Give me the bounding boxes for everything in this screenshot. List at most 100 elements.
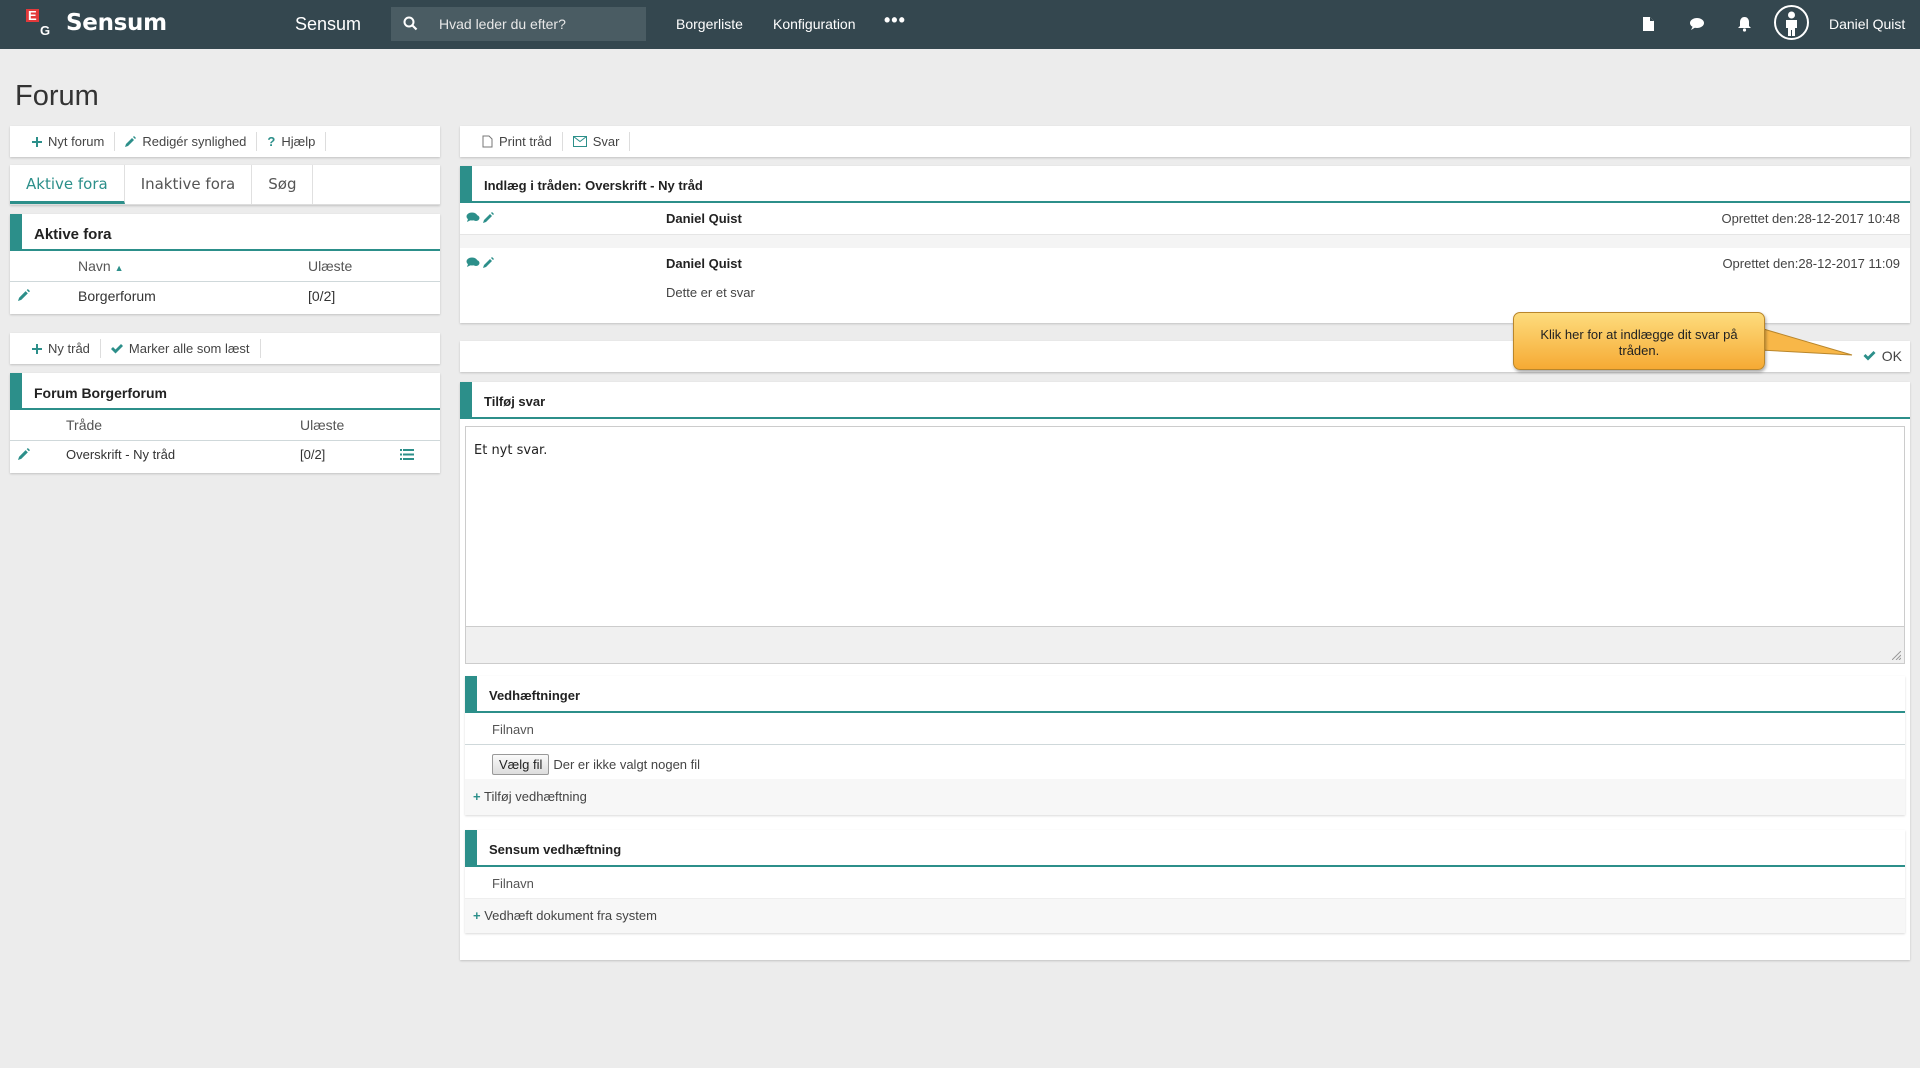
forum-threads-panel: Forum Borgerforum Tråde Ulæste Overskrif… (10, 373, 440, 473)
reply-button[interactable]: Svar (563, 132, 631, 151)
add-attachment-link[interactable]: + Tilføj vedhæftning (465, 779, 1905, 815)
new-forum-button[interactable]: Nyt forum (22, 132, 116, 151)
active-forums-heading: Aktive fora (10, 214, 440, 251)
new-thread-button[interactable]: Ny tråd (22, 339, 101, 358)
forum-threads-heading: Forum Borgerforum (10, 373, 440, 410)
sensum-attachment-section: Sensum vedhæftning Filnavn + Vedhæft dok… (465, 830, 1905, 933)
post-actions (466, 257, 494, 268)
document-icon[interactable] (1642, 16, 1655, 32)
active-forums-table: Navn ▲ Ulæste Borgerforum [0/2] (10, 251, 440, 310)
attach-system-document-link[interactable]: + Vedhæft dokument fra system (465, 899, 1905, 933)
add-reply-panel: Tilføj svar Et nyt svar. Vedhæftninger F… (460, 382, 1910, 960)
edit-visibility-label: Redigér synlighed (142, 134, 247, 149)
name-column-label: Navn (78, 257, 111, 274)
nav-borgerliste[interactable]: Borgerliste (676, 16, 743, 32)
pencil-icon[interactable] (483, 257, 494, 268)
comments-icon[interactable] (466, 212, 480, 223)
active-forums-panel: Aktive fora Navn ▲ Ulæste Borgerforum [0… (10, 214, 440, 314)
tab-active-forums[interactable]: Aktive fora (10, 165, 125, 204)
forum-tabs-panel: Aktive fora Inaktive fora Søg (10, 165, 440, 205)
question-icon: ? (267, 134, 276, 149)
column-header-unread[interactable]: Ulæste (308, 251, 440, 282)
resize-handle-icon[interactable] (1892, 651, 1901, 660)
table-row[interactable]: Overskrift - Ny tråd [0/2] (10, 440, 440, 469)
thread-actions-toolbar: Print tråd Svar (460, 126, 1910, 157)
column-header-unread[interactable]: Ulæste (300, 410, 400, 441)
column-header-name[interactable]: Navn ▲ (78, 251, 308, 282)
post-item: Daniel Quist Oprettet den:28-12-2017 10:… (460, 203, 1910, 235)
tab-inactive-forums[interactable]: Inaktive fora (125, 165, 253, 204)
filename-column-header: Filnavn (465, 867, 1905, 899)
post-item: Daniel Quist Oprettet den:28-12-2017 11:… (460, 248, 1910, 318)
forum-tabs: Aktive fora Inaktive fora Søg (10, 165, 440, 205)
pencil-icon[interactable] (18, 288, 30, 301)
sensum-attachment-heading: Sensum vedhæftning (465, 830, 1905, 867)
thread-title-cell[interactable]: Overskrift - Ny tråd (66, 440, 300, 469)
eg-logo[interactable]: E G (26, 8, 56, 39)
new-forum-label: Nyt forum (48, 134, 105, 149)
user-avatar[interactable] (1774, 5, 1809, 40)
checkmark-icon (110, 343, 123, 353)
list-icon[interactable] (400, 448, 414, 460)
logo-letter-e: E (28, 8, 37, 23)
no-file-selected-text: Der er ikke valgt nogen fil (553, 757, 701, 772)
more-menu-icon[interactable]: ••• (884, 10, 906, 31)
post-body-text: Dette er et svar (666, 285, 755, 300)
forum-toolbar: Nyt forum Redigér synlighed ? Hjælp (10, 126, 440, 157)
app-name[interactable]: Sensum (295, 14, 361, 35)
mark-all-read-button[interactable]: Marker alle som læst (101, 339, 261, 358)
sort-ascending-icon: ▲ (114, 262, 124, 273)
user-name[interactable]: Daniel Quist (1829, 16, 1905, 32)
plus-icon: + (473, 789, 481, 804)
column-header-thread[interactable]: Tråde (66, 410, 300, 441)
nav-konfiguration[interactable]: Konfiguration (773, 16, 856, 32)
post-created-date: Oprettet den:28-12-2017 10:48 (1721, 211, 1900, 226)
search-icon[interactable] (403, 16, 418, 31)
table-row[interactable]: Borgerforum [0/2] (10, 281, 440, 310)
comments-icon[interactable] (466, 257, 480, 268)
new-thread-label: Ny tråd (48, 341, 90, 356)
document-icon (482, 135, 493, 148)
chat-icon[interactable] (1689, 16, 1705, 32)
post-author: Daniel Quist (666, 256, 742, 271)
reply-editor: Et nyt svar. (465, 426, 1905, 664)
add-attachment-label: Tilføj vedhæftning (483, 789, 587, 804)
pencil-icon[interactable] (483, 212, 494, 223)
help-label: Hjælp (281, 134, 316, 149)
forum-unread-cell: [0/2] (308, 287, 336, 304)
choose-file-button[interactable]: Vælg fil (492, 754, 550, 775)
print-thread-button[interactable]: Print tråd (472, 132, 563, 151)
file-picker-row: Vælg fil Der er ikke valgt nogen fil (465, 745, 1905, 779)
person-icon (1786, 11, 1797, 36)
edit-visibility-button[interactable]: Redigér synlighed (115, 132, 258, 151)
threads-table: Tråde Ulæste Overskrift - Ny tråd [0/2] (10, 410, 440, 469)
post-separator (460, 235, 1910, 248)
attachments-section: Vedhæftninger Filnavn Vælg fil Der er ik… (465, 676, 1905, 815)
reply-text-area[interactable]: Et nyt svar. (474, 443, 547, 458)
tooltip-pointer (1760, 327, 1853, 356)
thread-unread-cell: [0/2] (300, 447, 326, 463)
plus-icon (32, 136, 42, 147)
forum-name-cell[interactable]: Borgerforum (78, 281, 308, 310)
tab-search[interactable]: Søg (252, 165, 314, 204)
reply-label: Svar (592, 134, 620, 149)
mark-all-read-label: Marker alle som læst (128, 341, 250, 356)
help-tooltip: Klik her for at indlægge dit svar på trå… (1513, 312, 1765, 370)
brand-name[interactable]: Sensum (66, 10, 167, 36)
pencil-icon (125, 136, 137, 147)
pencil-icon[interactable] (18, 447, 30, 460)
logo-letter-g: G (40, 23, 51, 38)
page-title: Forum (15, 80, 99, 112)
print-thread-label: Print tråd (499, 134, 552, 149)
top-navigation-bar: E G Sensum Sensum Borgerliste Konfigurat… (0, 0, 1920, 49)
attach-system-document-label: Vedhæft dokument fra system (484, 908, 657, 923)
help-button[interactable]: ? Hjælp (257, 132, 327, 151)
checkmark-icon (1863, 351, 1876, 361)
envelope-icon (572, 136, 587, 147)
bell-icon[interactable] (1737, 16, 1752, 32)
ok-button[interactable]: OK (1863, 348, 1902, 364)
plus-icon: + (473, 908, 481, 923)
search-input[interactable] (439, 7, 639, 41)
filename-column-header: Filnavn (465, 713, 1905, 745)
attachments-heading: Vedhæftninger (465, 676, 1905, 713)
